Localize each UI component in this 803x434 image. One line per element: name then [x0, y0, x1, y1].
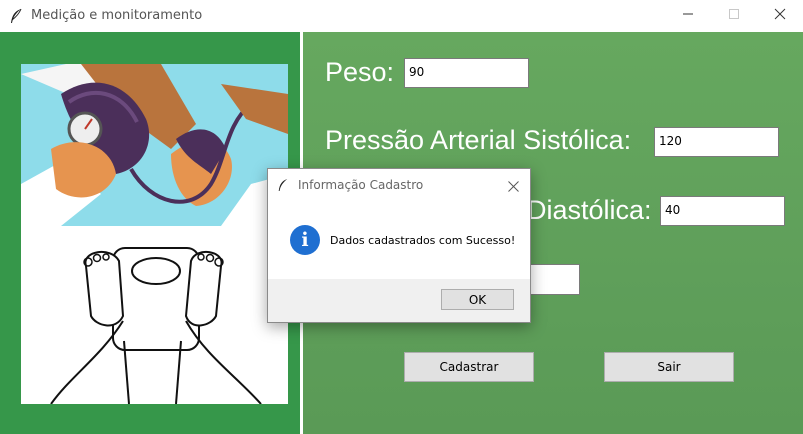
- fourth-input[interactable]: [530, 264, 580, 295]
- info-dialog: Informação Cadastro i Dados cadastrados …: [267, 168, 531, 323]
- feather-icon: [277, 178, 289, 197]
- close-icon: [774, 7, 786, 25]
- peso-label: Peso:: [325, 57, 395, 87]
- dialog-title: Informação Cadastro: [298, 178, 424, 192]
- diastolica-input[interactable]: 40: [660, 196, 785, 226]
- scale-feet-illustration: [21, 226, 288, 404]
- minimize-button[interactable]: [665, 0, 711, 32]
- maximize-icon: [728, 7, 740, 25]
- dialog-titlebar: Informação Cadastro: [268, 169, 530, 201]
- left-image-panel: [0, 32, 300, 434]
- blood-pressure-illustration: [21, 64, 288, 226]
- dialog-message: Dados cadastrados com Sucesso!: [330, 234, 516, 247]
- window-title: Medição e monitoramento: [31, 8, 203, 23]
- dialog-close-icon[interactable]: [508, 179, 519, 197]
- minimize-icon: [682, 7, 694, 25]
- cadastrar-button[interactable]: Cadastrar: [404, 352, 534, 382]
- sair-button[interactable]: Sair: [604, 352, 734, 382]
- feather-icon: [9, 8, 23, 24]
- peso-input[interactable]: 90: [404, 58, 529, 88]
- sistolica-input[interactable]: 120: [654, 127, 779, 157]
- window-titlebar: Medição e monitoramento: [0, 0, 803, 33]
- info-icon: i: [290, 225, 320, 255]
- dialog-body: i Dados cadastrados com Sucesso!: [268, 201, 530, 279]
- sistolica-label: Pressão Arterial Sistólica:: [325, 125, 632, 155]
- close-button[interactable]: [757, 0, 803, 32]
- ok-button[interactable]: OK: [441, 289, 514, 310]
- maximize-button[interactable]: [711, 0, 757, 32]
- diastolica-label: Diastólica:: [527, 195, 652, 225]
